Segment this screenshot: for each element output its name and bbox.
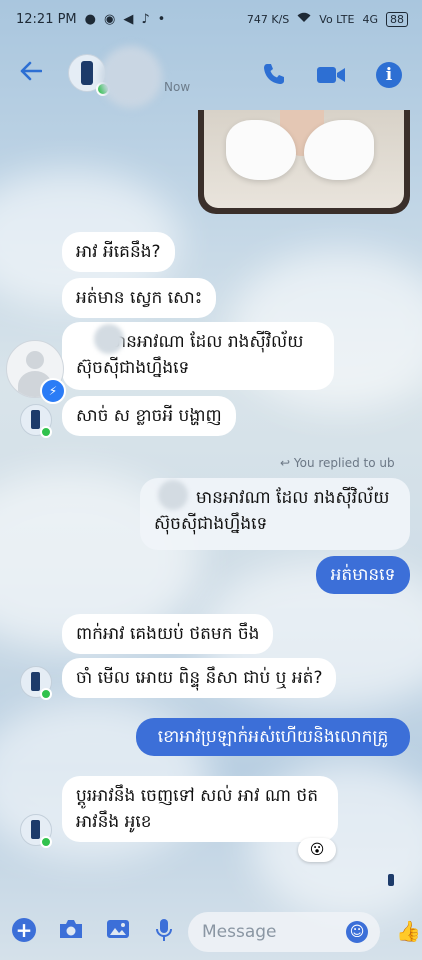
reaction-badge[interactable]: 😮: [298, 838, 336, 862]
message-line: អាវនឹង អូខេ: [76, 812, 152, 832]
like-icon[interactable]: 👍: [396, 919, 421, 943]
quote-line: មានអាវណា ដែល រាងស៊ីវិល័យ: [196, 488, 390, 508]
signal-label: 4G: [362, 12, 378, 26]
incoming-message[interactable]: ប្តូរអាវនឹង ចេញទៅ សល់ អាវ ណា ថត អាវនឹង អ…: [62, 776, 338, 842]
message-composer: + ☺ 👍: [0, 906, 422, 960]
online-indicator: [40, 688, 52, 700]
incoming-message[interactable]: សាច់ ស ខ្លាចអី បង្ហាញ: [62, 396, 236, 436]
plus-icon[interactable]: +: [12, 918, 36, 942]
incoming-message[interactable]: ចាំ មើល អោយ ពិន្ទុ នឹសា ជាប់ ឬ អត់?: [62, 658, 337, 698]
video-camera-icon[interactable]: [316, 64, 346, 90]
incoming-message[interactable]: អាវ អីគេនឹង?: [62, 232, 175, 272]
gallery-icon[interactable]: [106, 918, 130, 944]
info-icon[interactable]: i: [376, 62, 402, 88]
emoji-icon[interactable]: ☺: [346, 921, 368, 943]
reply-label: ↩ You replied to ub: [280, 456, 395, 470]
blurred-content: [158, 480, 188, 510]
telegram-icon: ◀: [123, 11, 134, 27]
read-receipt-avatar: [384, 872, 398, 888]
camera-icon[interactable]: [58, 918, 84, 944]
microphone-icon[interactable]: [156, 918, 172, 946]
conversation-header: Now i: [0, 38, 422, 110]
phone-icon[interactable]: [262, 62, 286, 90]
tiktok-icon: ♪: [141, 11, 150, 27]
notification-icon: ●: [84, 11, 96, 27]
messenger-icon: ⚡: [40, 378, 66, 404]
message-line: មានអាវណា ដែល រាងស៊ីវិល័យ: [110, 332, 304, 352]
battery-icon: 88: [386, 11, 408, 27]
message-line: ប្តូរអាវនឹង ចេញទៅ សល់ អាវ ណា ថត: [76, 786, 319, 806]
network-speed: 747 K/S: [246, 12, 290, 26]
incoming-message[interactable]: អត់មាន ស្វេក សោះ: [62, 278, 217, 318]
more-notifications-icon: •: [157, 11, 166, 27]
quote-line: ស៊ុចស៊ីជាងហ្នឹងទេ: [154, 514, 268, 534]
message-line: ស៊ុចស៊ីជាងហ្នឹងទេ: [76, 358, 190, 378]
outgoing-message[interactable]: ខោអាវប្រឡាក់អស់ហើយនិងលោកគ្រូ: [136, 718, 410, 756]
incoming-message[interactable]: ពាក់អាវ គេងយប់ ថតមក ចឹង: [62, 614, 274, 654]
contact-name-blurred[interactable]: [100, 46, 162, 108]
volte-label: Vo LTE: [319, 12, 355, 26]
status-time: 12:21 PM: [16, 11, 77, 27]
online-indicator: [40, 836, 52, 848]
active-status: Now: [164, 80, 191, 94]
status-bar: 12:21 PM ● ◉ ◀ ♪ • 747 K/S Vo LTE 4G 88: [0, 0, 422, 38]
shared-photo[interactable]: [198, 110, 410, 214]
back-arrow-icon[interactable]: [20, 60, 43, 86]
blurred-content: [94, 324, 124, 354]
online-indicator: [40, 426, 52, 438]
notification-icon: ◉: [104, 11, 116, 27]
outgoing-message[interactable]: អត់មានទេ: [316, 556, 410, 594]
wifi-icon: [297, 12, 311, 26]
